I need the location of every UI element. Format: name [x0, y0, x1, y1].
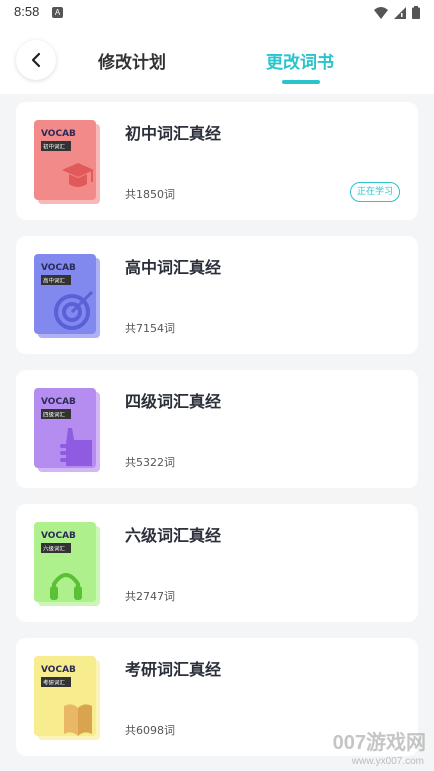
cover-tag: 考研词汇	[43, 679, 66, 687]
active-tab-indicator	[282, 80, 320, 84]
status-icons	[374, 6, 420, 19]
chevron-left-icon	[31, 52, 41, 68]
book-cover: VOCAB 初中词汇	[34, 120, 100, 204]
cover-tag: 四级词汇	[43, 411, 66, 419]
book-title: 初中词汇真经	[125, 124, 222, 143]
cover-vocab-label: VOCAB	[41, 129, 76, 139]
signal-icon	[394, 6, 406, 19]
book-title: 考研词汇真经	[125, 660, 222, 679]
book-cover: VOCAB 考研词汇	[34, 656, 100, 740]
book-card-junior[interactable]: VOCAB 初中词汇 初中词汇真经 共1850词 正在学习	[16, 102, 418, 220]
cover-tag: 高中词汇	[43, 277, 66, 285]
tab-modify-plan[interactable]: 修改计划	[98, 48, 166, 73]
cover-vocab-label: VOCAB	[41, 531, 76, 541]
book-list: VOCAB 初中词汇 初中词汇真经 共1850词 正在学习 VOCAB 高中词汇	[0, 94, 434, 771]
book-title: 四级词汇真经	[125, 392, 222, 411]
book-word-count: 共1850词	[125, 188, 175, 201]
book-word-count: 共2747词	[125, 590, 175, 603]
back-button[interactable]	[16, 40, 56, 80]
book-word-count: 共5322词	[125, 456, 175, 469]
cover-vocab-label: VOCAB	[41, 665, 76, 675]
watermark: 007游戏网	[332, 732, 426, 754]
cover-tag: 初中词汇	[43, 143, 66, 151]
wifi-icon	[374, 6, 388, 19]
cover-vocab-label: VOCAB	[41, 263, 76, 273]
book-title: 高中词汇真经	[125, 258, 222, 277]
header: 修改计划 更改词书	[0, 26, 434, 94]
battery-icon	[412, 6, 420, 19]
book-cover: VOCAB 高中词汇	[34, 254, 100, 338]
book-card-senior[interactable]: VOCAB 高中词汇 高中词汇真经 共7154词	[16, 236, 418, 354]
cover-tag: 六级词汇	[43, 545, 66, 553]
book-word-count: 共7154词	[125, 322, 175, 335]
open-book-icon	[64, 704, 92, 736]
book-card-cet4[interactable]: VOCAB 四级词汇 四级词汇真经 共5322词	[16, 370, 418, 488]
status-time: 8:58	[14, 4, 40, 19]
tab-change-book[interactable]: 更改词书	[266, 48, 334, 73]
book-cover: VOCAB 六级词汇	[34, 522, 100, 606]
book-title: 六级词汇真经	[125, 526, 222, 545]
book-cover: VOCAB 四级词汇	[34, 388, 100, 472]
watermark-url: www.yx007.com	[351, 756, 424, 767]
status-bar: 8:58 A	[0, 0, 434, 26]
book-card-cet6[interactable]: VOCAB 六级词汇 六级词汇真经 共2747词	[16, 504, 418, 622]
status-badge: 正在学习	[349, 182, 400, 202]
book-word-count: 共6098词	[125, 724, 175, 737]
notification-icon: A	[52, 7, 63, 18]
cover-vocab-label: VOCAB	[41, 397, 76, 407]
